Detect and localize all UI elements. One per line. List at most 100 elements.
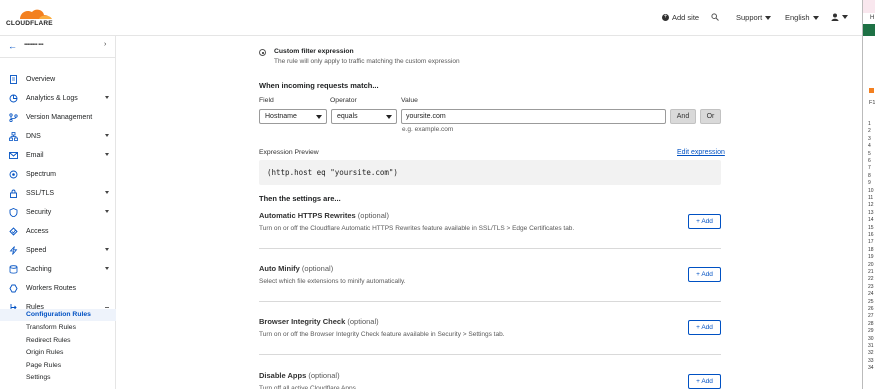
row-number: 15	[868, 224, 874, 231]
value-label: Value	[401, 97, 418, 104]
chevron-down-icon	[316, 115, 322, 119]
sidebar-subitem-transform-rules[interactable]: Transform Rules	[0, 322, 116, 334]
sidebar: ← ▪▪▪▪▪▪▪▪ ▪▪▪ › Overview Analytics & Log…	[0, 36, 116, 389]
row-number: 34	[868, 365, 874, 372]
row-number: 17	[868, 239, 874, 246]
field-select[interactable]: Hostname	[259, 109, 327, 124]
user-menu[interactable]	[831, 13, 848, 21]
sidebar-subitem-label: Origin Rules	[26, 349, 64, 356]
sidebar-item-speed[interactable]: Speed	[0, 243, 116, 257]
sidebar-subitem-redirect-rules[interactable]: Redirect Rules	[0, 335, 116, 347]
expression-code: (http.host eq "yoursite.com")	[267, 168, 398, 177]
setting-desc-automatic-https-rewrites: Turn on or off the Cloudflare Automatic …	[259, 225, 575, 232]
sidebar-subitem-origin-rules[interactable]: Origin Rules	[0, 347, 116, 359]
add-disable-apps-button[interactable]: + Add	[688, 374, 721, 389]
sidebar-subitem-label: Page Rules	[26, 362, 62, 369]
cloudflare-logo[interactable]: CLOUDFLARE	[6, 7, 56, 29]
add-site-link[interactable]: + Add site	[662, 13, 699, 22]
setting-name: Browser Integrity Check	[259, 317, 346, 326]
sidebar-item-version-management[interactable]: Version Management	[0, 110, 116, 124]
section-divider	[259, 354, 721, 355]
sidebar-subitem-configuration-rules[interactable]: Configuration Rules	[0, 309, 116, 321]
value-input[interactable]: yoursite.com	[401, 109, 666, 124]
sidebar-item-access[interactable]: Access	[0, 224, 116, 238]
support-label: Support	[736, 13, 763, 22]
field-select-value: Hostname	[265, 113, 297, 120]
brand-wordmark: CLOUDFLARE	[6, 20, 53, 27]
sidebar-item-label: Version Management	[26, 113, 93, 121]
operator-select[interactable]: equals	[331, 109, 397, 124]
sidebar-item-dns[interactable]: DNS	[0, 129, 116, 143]
row-number: 31	[868, 343, 874, 349]
value-hint: e.g. example.com	[402, 126, 454, 133]
sidebar-item-ssl-tls[interactable]: SSL/TLS	[0, 186, 116, 200]
sidebar-item-analytics-logs[interactable]: Analytics & Logs	[0, 91, 116, 105]
account-switcher[interactable]: ← ▪▪▪▪▪▪▪▪ ▪▪▪ ›	[0, 36, 116, 58]
workers-icon	[9, 284, 18, 292]
setting-desc-browser-integrity-check: Turn on or off the Browser Integrity Che…	[259, 331, 505, 338]
row-number: 25	[868, 298, 874, 305]
sidebar-item-label: Security	[26, 208, 52, 216]
sidebar-item-caching[interactable]: Caching	[0, 262, 116, 276]
sidebar-item-email[interactable]: Email	[0, 148, 116, 162]
window-tab-strip	[863, 0, 875, 13]
row-number: 20	[868, 261, 874, 268]
custom-filter-label: Custom filter expression	[274, 48, 354, 55]
custom-filter-radio[interactable]	[259, 49, 266, 56]
sidebar-item-label: Workers Routes	[26, 284, 77, 292]
chevron-down-icon	[105, 248, 109, 251]
row-number: 26	[868, 306, 874, 312]
support-menu[interactable]: Support	[736, 13, 772, 22]
row-number: 14	[868, 217, 874, 224]
chevron-down-icon	[105, 134, 109, 137]
section-divider	[259, 248, 721, 249]
row-number: 29	[868, 328, 874, 335]
row-number: 32	[868, 350, 874, 357]
sidebar-item-workers-routes[interactable]: Workers Routes	[0, 281, 116, 295]
add-auto-minify-button[interactable]: + Add	[688, 267, 721, 282]
row-number: 22	[868, 276, 874, 283]
row-number: 8	[868, 172, 871, 179]
sidebar-item-label: Access	[26, 227, 49, 235]
chevron-down-icon	[842, 15, 848, 19]
row-number: 9	[868, 180, 871, 187]
row-number: 5	[868, 150, 871, 157]
and-button[interactable]: And	[670, 109, 696, 124]
add-browser-integrity-check-button[interactable]: + Add	[688, 320, 721, 335]
add-automatic-https-rewrites-button[interactable]: + Add	[688, 214, 721, 229]
sidebar-subitem-label: Settings	[26, 374, 51, 381]
row-number: 28	[868, 320, 874, 327]
row-number: 21	[868, 269, 874, 275]
back-arrow-icon[interactable]: ←	[8, 41, 17, 51]
row-number: 18	[868, 246, 874, 253]
top-bar: CLOUDFLARE + Add site Support English	[0, 0, 862, 36]
chevron-down-icon	[386, 115, 392, 119]
ribbon-bar	[863, 24, 875, 36]
settings-heading: Then the settings are...	[259, 194, 341, 203]
row-number: 4	[868, 143, 871, 150]
language-menu[interactable]: English	[785, 13, 819, 22]
setting-title-auto-minify: Auto Minify (optional)	[259, 264, 333, 273]
value-input-text: yoursite.com	[406, 113, 446, 120]
sidebar-subitem-page-rules[interactable]: Page Rules	[0, 360, 116, 372]
or-button[interactable]: Or	[700, 109, 721, 124]
chevron-down-icon	[105, 210, 109, 213]
custom-filter-desc: The rule will only apply to traffic matc…	[274, 58, 460, 65]
expression-preview-box: (http.host eq "yoursite.com")	[259, 160, 721, 185]
search-button[interactable]	[711, 13, 719, 21]
sidebar-item-label: Analytics & Logs	[26, 94, 78, 102]
sidebar-subitem-settings[interactable]: Settings	[0, 372, 116, 384]
section-divider	[259, 301, 721, 302]
sidebar-subitem-label: Configuration Rules	[26, 311, 91, 318]
setting-name: Disable Apps	[259, 371, 307, 380]
sidebar-item-security[interactable]: Security	[0, 205, 116, 219]
chevron-right-icon[interactable]: ›	[104, 41, 106, 48]
edit-expression-link[interactable]: Edit expression	[677, 149, 725, 156]
setting-title-browser-integrity-check: Browser Integrity Check (optional)	[259, 317, 379, 326]
spreadsheet-app-icon	[869, 88, 874, 93]
row-number: 2	[868, 128, 871, 135]
sidebar-item-spectrum[interactable]: Spectrum	[0, 167, 116, 181]
chevron-down-icon	[105, 96, 109, 99]
setting-name: Automatic HTTPS Rewrites	[259, 211, 356, 220]
sidebar-item-overview[interactable]: Overview	[0, 72, 116, 86]
